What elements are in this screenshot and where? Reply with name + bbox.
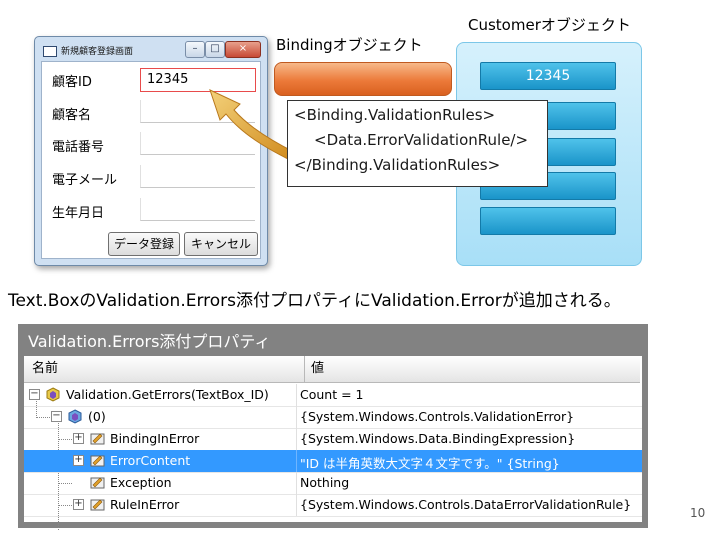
property-row-error-content[interactable]: + ErrorContent "ID は半角英数大文字４文字です。" {Stri… (24, 450, 642, 473)
property-row-index-0[interactable]: − (0) {System.Windows.Controls.Validatio… (24, 406, 642, 429)
cancel-button[interactable]: キャンセル (184, 232, 258, 256)
email-input[interactable] (140, 165, 255, 188)
rules-code-line-1: <Binding.ValidationRules> (294, 106, 496, 124)
property-value: {System.Windows.Controls.DataErrorValida… (300, 497, 632, 512)
property-value: "ID は半角英数大文字４文字です。" {String} (300, 456, 560, 471)
column-header-value[interactable]: 値 (305, 356, 640, 383)
validation-errors-panel: Validation.Errors添付プロパティ 名前 値 − Validati… (18, 324, 648, 530)
property-value: {System.Windows.Controls.ValidationError… (300, 409, 575, 424)
properties-grid: 名前 値 − Validation.GetErrors(TextBox_ID) … (24, 356, 642, 530)
expand-toggle[interactable]: + (73, 499, 84, 510)
property-row-binding-in-error[interactable]: + BindingInError {System.Windows.Data.Bi… (24, 428, 642, 451)
property-value: Count = 1 (300, 387, 364, 402)
property-icon (90, 477, 105, 489)
panel-title: Validation.Errors添付プロパティ (28, 332, 271, 351)
property-icon (90, 433, 105, 445)
rules-code-line-3: </Binding.ValidationRules> (294, 156, 501, 174)
window-icon (43, 46, 57, 57)
birthdate-label: 生年月日 (52, 206, 105, 221)
property-row-get-errors[interactable]: − Validation.GetErrors(TextBox_ID) Count… (24, 384, 642, 407)
property-value: Nothing (300, 475, 350, 490)
binding-object-bar (274, 62, 452, 96)
expand-toggle[interactable]: + (73, 455, 84, 466)
customer-property-id: 12345 (480, 62, 616, 90)
minimize-button[interactable]: – (185, 41, 205, 58)
property-value: {System.Windows.Data.BindingExpression} (300, 431, 576, 446)
maximize-button[interactable]: □ (205, 41, 225, 58)
customer-name-label: 顧客名 (52, 108, 92, 123)
variable-icon (68, 409, 82, 424)
validation-arrow (209, 89, 295, 161)
column-header-name[interactable]: 名前 (24, 356, 305, 383)
validation-rules-code-box: <Binding.ValidationRules> <Data.ErrorVal… (287, 100, 548, 187)
collapse-toggle[interactable]: − (51, 411, 62, 422)
property-row-rule-in-error[interactable]: + RuleInError {System.Windows.Controls.D… (24, 494, 642, 517)
customer-object-label: Customerオブジェクト (468, 16, 631, 34)
binding-object-label: Bindingオブジェクト (276, 36, 423, 54)
property-name: (0) (88, 409, 106, 424)
customer-id-label: 顧客ID (52, 75, 92, 90)
property-icon (90, 499, 105, 511)
slide-caption: Text.BoxのValidation.Errors添付プロパティにValida… (8, 291, 621, 311)
property-row-exception[interactable]: Exception Nothing (24, 472, 642, 495)
expand-toggle[interactable]: + (73, 433, 84, 444)
property-name: Exception (110, 475, 172, 490)
variable-icon (46, 387, 60, 402)
page-number: 10 (690, 506, 706, 520)
birthdate-input[interactable] (140, 198, 255, 221)
property-name: ErrorContent (110, 453, 191, 468)
save-data-button[interactable]: データ登録 (108, 232, 180, 256)
phone-label: 電話番号 (52, 140, 105, 155)
property-name: Validation.GetErrors(TextBox_ID) (66, 387, 269, 402)
collapse-toggle[interactable]: − (29, 389, 40, 400)
property-name: RuleInError (110, 497, 180, 512)
property-name: BindingInError (110, 431, 200, 446)
customer-id-value: 12345 (147, 72, 189, 87)
rules-code-line-2: <Data.ErrorValidationRule/> (314, 131, 529, 149)
close-button[interactable]: × (225, 41, 261, 58)
customer-property-5 (480, 207, 616, 235)
window-title: 新規顧客登録画面 (61, 47, 134, 57)
property-icon (90, 455, 105, 467)
email-label: 電子メール (52, 173, 118, 188)
